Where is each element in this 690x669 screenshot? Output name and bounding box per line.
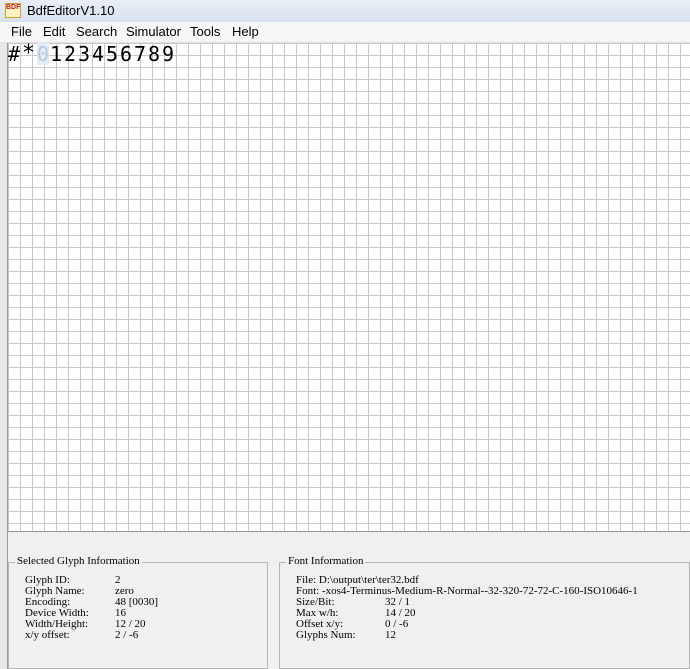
glyph-cell[interactable]: * — [20, 43, 37, 65]
glyph-cell-selected[interactable]: 0 — [37, 43, 49, 65]
menu-edit[interactable]: Edit — [43, 24, 65, 39]
glyph-cell[interactable]: 3 — [78, 43, 90, 65]
font-name: Font: -xos4-Terminus-Medium-R-Normal--32… — [296, 585, 638, 597]
glyph-cell[interactable]: 1 — [50, 43, 62, 65]
menu-tools[interactable]: Tools — [190, 24, 220, 39]
font-info-title: Font Information — [286, 555, 366, 567]
glyphs-num-label: Glyphs Num: — [296, 629, 356, 641]
app-icon[interactable]: BDF — [5, 3, 21, 18]
glyph-cell[interactable]: # — [8, 43, 20, 65]
selected-glyph-title: Selected Glyph Information — [15, 555, 142, 567]
left-border — [0, 43, 8, 669]
menu-bar: File Edit Search Simulator Tools Help — [0, 22, 690, 43]
glyph-cell[interactable]: 6 — [120, 43, 132, 65]
menu-search[interactable]: Search — [76, 24, 117, 39]
glyph-cell[interactable]: 2 — [64, 43, 76, 65]
glyph-cell[interactable]: 5 — [106, 43, 118, 65]
glyph-cell[interactable]: 9 — [162, 43, 174, 65]
menu-help[interactable]: Help — [232, 24, 259, 39]
glyphs-num-value: 12 — [385, 629, 396, 641]
glyph-cell[interactable]: 7 — [134, 43, 146, 65]
xy-offset-label: x/y offset: — [25, 629, 70, 641]
xy-offset-value: 2 / -6 — [115, 629, 139, 641]
menu-simulator[interactable]: Simulator — [126, 24, 181, 39]
info-panel: Selected Glyph Information Glyph ID: 2 G… — [8, 532, 690, 669]
menu-file[interactable]: File — [11, 24, 32, 39]
glyph-grid-canvas[interactable] — [8, 43, 690, 532]
glyph-cell[interactable]: 4 — [92, 43, 104, 65]
window-title: BdfEditorV1.10 — [27, 3, 115, 18]
glyph-cell[interactable]: 8 — [148, 43, 160, 65]
title-bar: BDF BdfEditorV1.10 — [0, 0, 690, 23]
